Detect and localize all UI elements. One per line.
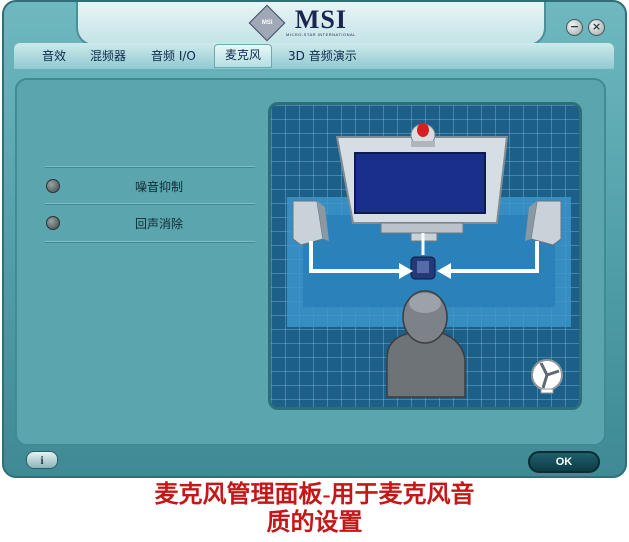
caption-line-1: 麦克风管理面板-用于麦克风音	[154, 482, 475, 508]
emblem-text: MSI	[261, 19, 273, 26]
tab-sound-effects[interactable]: 音效	[42, 46, 66, 66]
tab-mixer[interactable]: 混频器	[90, 46, 126, 66]
echo-cancellation-toggle[interactable]	[46, 216, 60, 230]
msi-emblem-icon: MSI	[248, 4, 286, 41]
minimize-button[interactable]: −	[566, 19, 583, 36]
brand-name: MSI	[294, 5, 347, 34]
ok-button[interactable]: OK	[528, 451, 600, 473]
option-divider	[45, 166, 255, 168]
close-button[interactable]: ×	[588, 19, 605, 36]
brand-tagline: MICRO-STAR INTERNATIONAL	[286, 32, 356, 37]
msi-logo: MSI MSI MICRO-STAR INTERNATIONAL	[248, 4, 356, 41]
caption: 麦克风管理面板-用于麦克风音 质的设置	[0, 481, 629, 537]
speaker-right-icon	[525, 200, 562, 246]
tab-3d-audio-demo[interactable]: 3D 音频演示	[288, 46, 357, 66]
noise-suppression-toggle[interactable]	[46, 179, 60, 193]
fan-icon	[531, 359, 563, 394]
caption-line-2: 质的设置	[266, 510, 363, 536]
scene-graphic	[287, 123, 571, 398]
option-divider	[45, 241, 255, 243]
microphone-setup-illustration	[268, 102, 582, 410]
desk-microphone-icon	[410, 256, 436, 280]
info-button[interactable]: i	[26, 451, 58, 469]
tab-audio-io[interactable]: 音频 I/O	[151, 46, 196, 66]
speaker-left-icon	[292, 200, 329, 246]
echo-cancellation-label[interactable]: 回声消除	[135, 215, 183, 232]
info-icon: i	[40, 453, 44, 467]
tab-microphone[interactable]: 麦克风	[214, 44, 273, 68]
webcam-microphone-icon	[410, 123, 436, 147]
noise-suppression-label[interactable]: 噪音抑制	[135, 178, 183, 195]
option-divider	[45, 203, 255, 205]
